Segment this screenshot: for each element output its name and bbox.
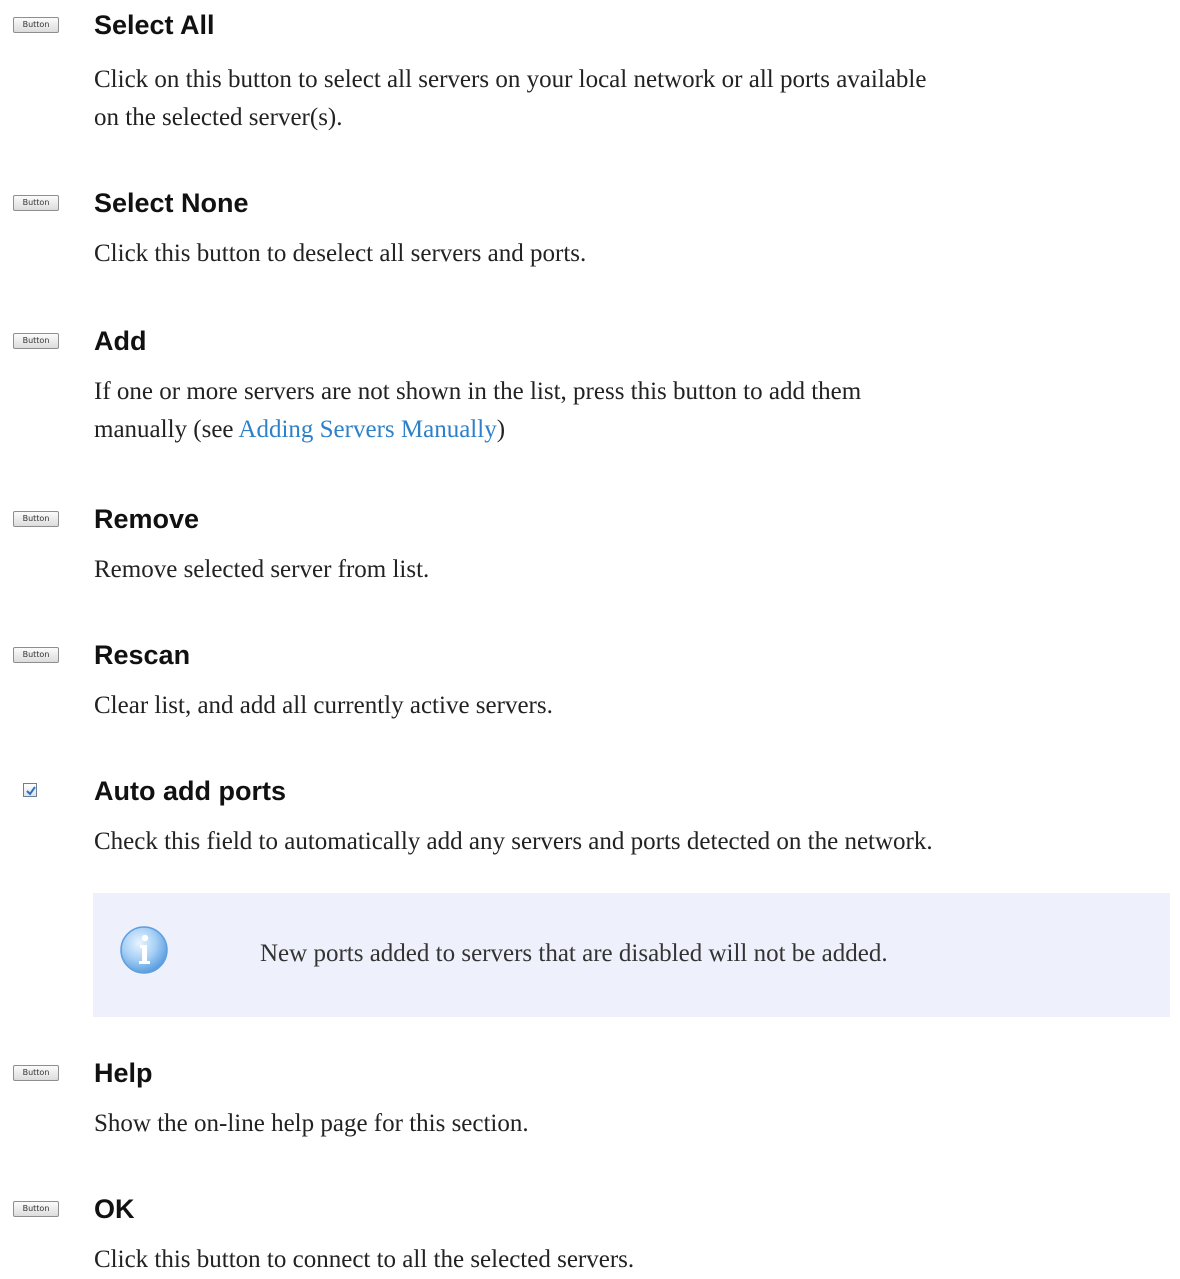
description-line: Click on this button to select all serve… <box>94 66 927 93</box>
entry-description: Click this button to deselect all server… <box>94 240 587 267</box>
entry-description: Remove selected server from list. <box>94 556 430 583</box>
entry-title: Select All <box>94 10 215 40</box>
entry-description: If one or more servers are not shown in … <box>94 373 1170 449</box>
button-icon[interactable]: Button <box>13 647 59 663</box>
button-icon[interactable]: Button <box>13 1201 59 1217</box>
button-icon[interactable]: Button <box>13 195 59 211</box>
entry-description: Clear list, and add all currently active… <box>94 692 553 719</box>
info-icon <box>120 926 168 974</box>
entry-title: Auto add ports <box>94 776 286 806</box>
note-text: New ports added to servers that are disa… <box>260 940 888 967</box>
entry-title: Add <box>94 326 147 356</box>
checkmark-icon <box>26 786 36 796</box>
entry-description: Check this field to automatically add an… <box>94 828 933 855</box>
button-icon[interactable]: Button <box>13 17 59 33</box>
note-box: New ports added to servers that are disa… <box>93 893 1170 1017</box>
entry-title: Help <box>94 1058 153 1088</box>
entry-title: Rescan <box>94 640 191 670</box>
entry-title: OK <box>94 1194 135 1224</box>
adding-servers-manually-link[interactable]: Adding Servers Manually <box>238 416 496 443</box>
entry-description: Click on this button to select all serve… <box>94 61 1170 137</box>
checkbox-icon[interactable] <box>23 783 37 797</box>
button-icon[interactable]: Button <box>13 511 59 527</box>
description-line: on the selected server(s). <box>94 104 343 131</box>
entry-description: Click this button to connect to all the … <box>94 1246 635 1273</box>
button-icon[interactable]: Button <box>13 333 59 349</box>
description-text: ) <box>496 416 506 443</box>
entry-title: Remove <box>94 504 200 534</box>
description-line: If one or more servers are not shown in … <box>94 378 862 405</box>
description-text: manually (see <box>94 416 239 443</box>
entry-title: Select None <box>94 188 249 218</box>
entry-description: Show the on-line help page for this sect… <box>94 1110 529 1137</box>
button-icon[interactable]: Button <box>13 1065 59 1081</box>
